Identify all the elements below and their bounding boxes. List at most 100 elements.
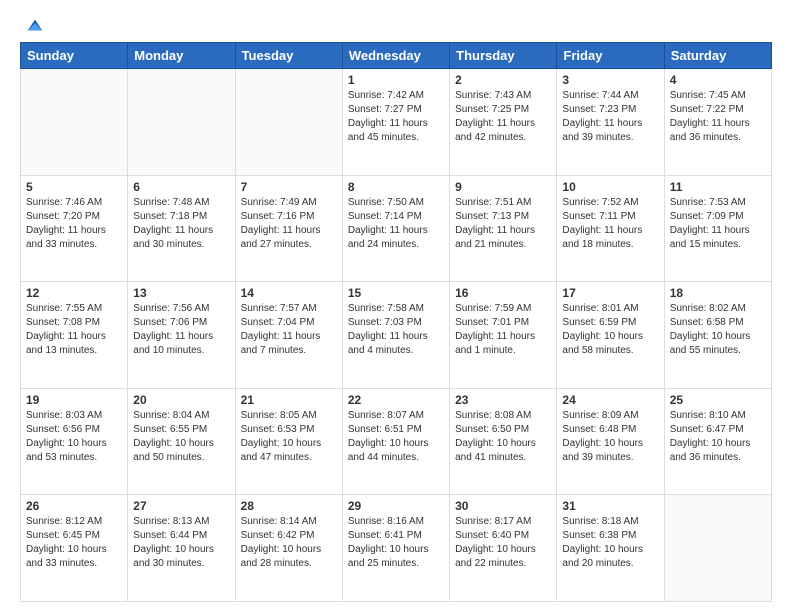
day-info: Sunrise: 7:44 AMSunset: 7:23 PMDaylight:…	[562, 89, 658, 145]
header	[20, 16, 772, 34]
day-number: 2	[455, 73, 551, 87]
day-header-sunday: Sunday	[21, 43, 128, 69]
logo	[20, 16, 44, 34]
day-number: 16	[455, 286, 551, 300]
day-number: 6	[133, 180, 229, 194]
day-info: Sunrise: 8:05 AMSunset: 6:53 PMDaylight:…	[241, 409, 337, 465]
day-info: Sunrise: 8:08 AMSunset: 6:50 PMDaylight:…	[455, 409, 551, 465]
day-number: 13	[133, 286, 229, 300]
calendar-cell: 28 Sunrise: 8:14 AMSunset: 6:42 PMDayligh…	[235, 495, 342, 602]
day-number: 24	[562, 393, 658, 407]
day-header-wednesday: Wednesday	[342, 43, 449, 69]
day-number: 21	[241, 393, 337, 407]
week-row-3: 12 Sunrise: 7:55 AMSunset: 7:08 PMDayligh…	[21, 282, 772, 389]
week-row-4: 19 Sunrise: 8:03 AMSunset: 6:56 PMDayligh…	[21, 388, 772, 495]
day-info: Sunrise: 8:02 AMSunset: 6:58 PMDaylight:…	[670, 302, 766, 358]
calendar-cell: 4 Sunrise: 7:45 AMSunset: 7:22 PMDaylight…	[664, 69, 771, 176]
week-row-2: 5 Sunrise: 7:46 AMSunset: 7:20 PMDaylight…	[21, 175, 772, 282]
calendar-cell	[128, 69, 235, 176]
day-info: Sunrise: 7:45 AMSunset: 7:22 PMDaylight:…	[670, 89, 766, 145]
day-number: 9	[455, 180, 551, 194]
calendar-cell: 17Sunrise: 8:01 AMSunset: 6:59 PMDayligh…	[557, 282, 664, 389]
calendar-cell: 7 Sunrise: 7:49 AMSunset: 7:16 PMDaylight…	[235, 175, 342, 282]
day-number: 27	[133, 499, 229, 513]
day-info: Sunrise: 7:55 AMSunset: 7:08 PMDaylight:…	[26, 302, 122, 358]
calendar-cell: 18 Sunrise: 8:02 AMSunset: 6:58 PMDayligh…	[664, 282, 771, 389]
calendar-cell: 23 Sunrise: 8:08 AMSunset: 6:50 PMDayligh…	[450, 388, 557, 495]
day-number: 14	[241, 286, 337, 300]
day-number: 11	[670, 180, 766, 194]
day-info: Sunrise: 8:04 AMSunset: 6:55 PMDaylight:…	[133, 409, 229, 465]
calendar-cell: 6 Sunrise: 7:48 AMSunset: 7:18 PMDaylight…	[128, 175, 235, 282]
day-number: 25	[670, 393, 766, 407]
calendar-cell: 5 Sunrise: 7:46 AMSunset: 7:20 PMDaylight…	[21, 175, 128, 282]
calendar-cell: 25Sunrise: 8:10 AMSunset: 6:47 PMDayligh…	[664, 388, 771, 495]
calendar-table: SundayMondayTuesdayWednesdayThursdayFrid…	[20, 42, 772, 602]
day-header-tuesday: Tuesday	[235, 43, 342, 69]
calendar-cell	[664, 495, 771, 602]
day-number: 18	[670, 286, 766, 300]
day-number: 7	[241, 180, 337, 194]
day-info: Sunrise: 8:03 AMSunset: 6:56 PMDaylight:…	[26, 409, 122, 465]
day-header-friday: Friday	[557, 43, 664, 69]
calendar-cell: 26Sunrise: 8:12 AMSunset: 6:45 PMDayligh…	[21, 495, 128, 602]
day-info: Sunrise: 8:16 AMSunset: 6:41 PMDaylight:…	[348, 515, 444, 571]
day-number: 10	[562, 180, 658, 194]
calendar-cell: 29 Sunrise: 8:16 AMSunset: 6:41 PMDayligh…	[342, 495, 449, 602]
calendar-cell	[21, 69, 128, 176]
day-info: Sunrise: 8:18 AMSunset: 6:38 PMDaylight:…	[562, 515, 658, 571]
day-info: Sunrise: 7:46 AMSunset: 7:20 PMDaylight:…	[26, 196, 122, 252]
day-number: 12	[26, 286, 122, 300]
calendar-cell: 1Sunrise: 7:42 AMSunset: 7:27 PMDaylight…	[342, 69, 449, 176]
logo-icon	[26, 16, 44, 34]
day-number: 19	[26, 393, 122, 407]
day-info: Sunrise: 7:50 AMSunset: 7:14 PMDaylight:…	[348, 196, 444, 252]
calendar-cell: 20Sunrise: 8:04 AMSunset: 6:55 PMDayligh…	[128, 388, 235, 495]
day-number: 29	[348, 499, 444, 513]
calendar-cell: 2 Sunrise: 7:43 AMSunset: 7:25 PMDaylight…	[450, 69, 557, 176]
day-info: Sunrise: 8:17 AMSunset: 6:40 PMDaylight:…	[455, 515, 551, 571]
day-info: Sunrise: 7:51 AMSunset: 7:13 PMDaylight:…	[455, 196, 551, 252]
day-info: Sunrise: 7:48 AMSunset: 7:18 PMDaylight:…	[133, 196, 229, 252]
day-info: Sunrise: 7:53 AMSunset: 7:09 PMDaylight:…	[670, 196, 766, 252]
day-number: 8	[348, 180, 444, 194]
calendar-cell: 30 Sunrise: 8:17 AMSunset: 6:40 PMDayligh…	[450, 495, 557, 602]
calendar-cell: 11 Sunrise: 7:53 AMSunset: 7:09 PMDayligh…	[664, 175, 771, 282]
calendar-cell: 22Sunrise: 8:07 AMSunset: 6:51 PMDayligh…	[342, 388, 449, 495]
day-info: Sunrise: 7:57 AMSunset: 7:04 PMDaylight:…	[241, 302, 337, 358]
calendar-cell: 16 Sunrise: 7:59 AMSunset: 7:01 PMDayligh…	[450, 282, 557, 389]
day-number: 23	[455, 393, 551, 407]
day-info: Sunrise: 7:56 AMSunset: 7:06 PMDaylight:…	[133, 302, 229, 358]
day-number: 1	[348, 73, 444, 87]
page: SundayMondayTuesdayWednesdayThursdayFrid…	[0, 0, 792, 612]
day-number: 30	[455, 499, 551, 513]
day-info: Sunrise: 7:52 AMSunset: 7:11 PMDaylight:…	[562, 196, 658, 252]
day-number: 22	[348, 393, 444, 407]
calendar-cell: 19 Sunrise: 8:03 AMSunset: 6:56 PMDayligh…	[21, 388, 128, 495]
days-header-row: SundayMondayTuesdayWednesdayThursdayFrid…	[21, 43, 772, 69]
day-info: Sunrise: 7:58 AMSunset: 7:03 PMDaylight:…	[348, 302, 444, 358]
day-number: 15	[348, 286, 444, 300]
calendar-cell: 13 Sunrise: 7:56 AMSunset: 7:06 PMDayligh…	[128, 282, 235, 389]
day-number: 3	[562, 73, 658, 87]
day-header-thursday: Thursday	[450, 43, 557, 69]
day-info: Sunrise: 7:43 AMSunset: 7:25 PMDaylight:…	[455, 89, 551, 145]
day-info: Sunrise: 8:01 AMSunset: 6:59 PMDaylight:…	[562, 302, 658, 358]
day-number: 31	[562, 499, 658, 513]
day-info: Sunrise: 7:49 AMSunset: 7:16 PMDaylight:…	[241, 196, 337, 252]
day-info: Sunrise: 8:14 AMSunset: 6:42 PMDaylight:…	[241, 515, 337, 571]
day-number: 26	[26, 499, 122, 513]
week-row-5: 26Sunrise: 8:12 AMSunset: 6:45 PMDayligh…	[21, 495, 772, 602]
calendar-cell: 27Sunrise: 8:13 AMSunset: 6:44 PMDayligh…	[128, 495, 235, 602]
calendar-cell	[235, 69, 342, 176]
day-info: Sunrise: 8:09 AMSunset: 6:48 PMDaylight:…	[562, 409, 658, 465]
day-number: 4	[670, 73, 766, 87]
calendar-cell: 31 Sunrise: 8:18 AMSunset: 6:38 PMDayligh…	[557, 495, 664, 602]
week-row-1: 1Sunrise: 7:42 AMSunset: 7:27 PMDaylight…	[21, 69, 772, 176]
calendar-cell: 9 Sunrise: 7:51 AMSunset: 7:13 PMDaylight…	[450, 175, 557, 282]
calendar-cell: 12 Sunrise: 7:55 AMSunset: 7:08 PMDayligh…	[21, 282, 128, 389]
day-number: 5	[26, 180, 122, 194]
calendar-cell: 10 Sunrise: 7:52 AMSunset: 7:11 PMDayligh…	[557, 175, 664, 282]
day-number: 28	[241, 499, 337, 513]
day-info: Sunrise: 7:59 AMSunset: 7:01 PMDaylight:…	[455, 302, 551, 358]
